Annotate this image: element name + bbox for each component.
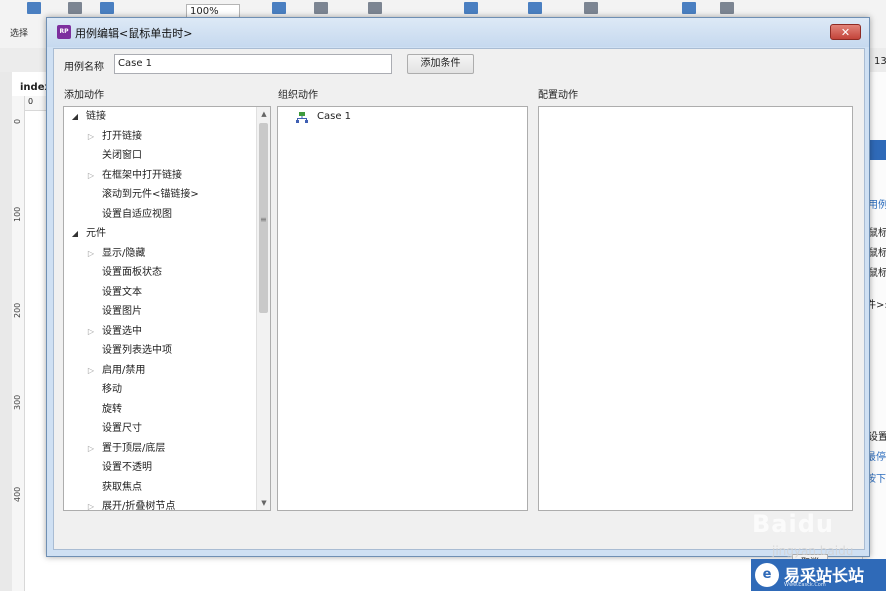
- select-tool-icon[interactable]: [27, 2, 41, 14]
- toolbar-icon[interactable]: [720, 2, 734, 14]
- close-button[interactable]: ✕: [830, 24, 861, 40]
- site-watermark: e 易采站长站 Www.Easck.Com: [751, 559, 886, 591]
- right-panel-fragment[interactable]: 用例: [868, 196, 886, 211]
- tree-item-label: 打开链接: [102, 130, 142, 142]
- toolbar-icon[interactable]: [272, 2, 286, 14]
- ruler-v-mark: 200: [13, 302, 22, 318]
- select-tool-label[interactable]: 选择: [10, 26, 28, 39]
- tree-item-label: 设置面板状态: [102, 267, 162, 278]
- tree-item-label: 展开/折叠树节点: [102, 501, 176, 511]
- vertical-ruler: [12, 96, 25, 591]
- right-panel-fragment: 鼠标: [868, 248, 886, 259]
- right-panel-fragment: 鼠标: [868, 228, 886, 239]
- organize-action-header: 组织动作: [278, 90, 318, 101]
- right-panel-fragment: 设置: [868, 432, 886, 443]
- scroll-up-arrow-icon[interactable]: ▲: [257, 107, 270, 121]
- expanded-arrow-icon[interactable]: ◢: [70, 224, 80, 243]
- tree-item-label: 显示/隐藏: [102, 247, 146, 259]
- add-action-tree[interactable]: ▲ ≡ ▼ ◢ 链接 ▷ 打开链接关闭窗口 ▷ 在框架中打开链接滚动到元件<锚链接> 设置自…: [63, 106, 271, 511]
- collapsed-arrow-icon[interactable]: ▷: [86, 166, 96, 185]
- scroll-grip-icon: ≡: [260, 215, 267, 224]
- toolbar-icon[interactable]: [528, 2, 542, 14]
- zoom-select[interactable]: 100%: [186, 4, 240, 18]
- collapsed-arrow-icon[interactable]: ▷: [86, 361, 96, 380]
- ruler-v-mark: 300: [13, 394, 22, 410]
- add-action-header: 添加动作: [64, 90, 104, 101]
- tree-item-label: 启用/禁用: [102, 364, 146, 376]
- case-name-input[interactable]: Case 1: [114, 54, 392, 74]
- axure-rp-logo-icon: RP: [57, 25, 71, 39]
- site-logo-icon: e: [755, 563, 779, 587]
- organize-actions-panel[interactable]: Case 1: [277, 106, 528, 511]
- tree-item-label: 移动: [102, 384, 122, 395]
- toolbar-icon[interactable]: [100, 2, 114, 14]
- tree-item-label: 在框架中打开链接: [102, 169, 182, 181]
- ruler-v-mark: 100: [13, 206, 22, 222]
- collapsed-arrow-icon[interactable]: ▷: [86, 439, 96, 458]
- tree-item-label: 设置图片: [102, 306, 142, 317]
- tree-item-label: 链接: [86, 111, 106, 122]
- toolbar-icon[interactable]: [68, 2, 82, 14]
- collapsed-arrow-icon[interactable]: ▷: [86, 322, 96, 341]
- tree-item-label: 设置文本: [102, 286, 142, 298]
- tree-item-label: 获取焦点: [102, 481, 142, 493]
- case-name-label: 用例名称: [64, 62, 104, 73]
- toolbar-icon[interactable]: [682, 2, 696, 14]
- dialog-content: 用例名称 Case 1 添加条件 添加动作 组织动作 配置动作 ▲ ≡ ▼ ◢ 链…: [53, 48, 865, 572]
- add-condition-button[interactable]: 添加条件: [407, 54, 474, 74]
- tree-item-label: 设置不透明: [102, 462, 152, 473]
- site-url: Www.Easck.Com: [784, 582, 826, 588]
- expanded-arrow-icon[interactable]: ◢: [70, 107, 80, 126]
- toolbar-icon[interactable]: [464, 2, 478, 14]
- tree-item-label: 关闭窗口: [102, 150, 142, 161]
- toolbar-icon[interactable]: [368, 2, 382, 14]
- collapsed-arrow-icon[interactable]: ▷: [86, 497, 96, 510]
- tree-item-label: 元件: [86, 228, 106, 239]
- configure-action-header: 配置动作: [538, 90, 578, 101]
- tree-item-label: 设置选中: [102, 325, 142, 337]
- tree-item-label: 滚动到元件<锚链接>: [102, 189, 199, 200]
- baidu-watermark-sub: jingyan.baidu: [772, 544, 854, 558]
- tree-item-label: 设置尺寸: [102, 423, 142, 434]
- right-panel-number: 13: [874, 56, 886, 67]
- right-panel-fragment: 鼠标: [868, 268, 886, 279]
- case-icon: [296, 112, 308, 123]
- lock-icon[interactable]: [584, 2, 598, 14]
- collapsed-arrow-icon[interactable]: ▷: [86, 244, 96, 263]
- ruler-v-mark: 400: [13, 486, 22, 502]
- scroll-down-arrow-icon[interactable]: ▼: [257, 496, 270, 510]
- tree-item-label: 旋转: [102, 403, 122, 415]
- toolbar-icon[interactable]: [314, 2, 328, 14]
- case-editor-dialog: RP 用例编辑<鼠标单击时> ✕ 用例名称 Case 1 添加条件 添加动作 组…: [46, 17, 870, 572]
- dialog-title: 用例编辑<鼠标单击时>: [75, 27, 193, 40]
- dialog-titlebar[interactable]: RP 用例编辑<鼠标单击时> ✕: [47, 18, 869, 47]
- baidu-watermark: Baidu: [752, 510, 834, 538]
- tree-item-label: 置于顶层/底层: [102, 442, 166, 454]
- ruler-h-zero: 0: [28, 97, 34, 106]
- configure-actions-panel[interactable]: [538, 106, 853, 511]
- tree-item-label: 设置列表选中项: [102, 345, 172, 356]
- tree-scrollbar[interactable]: ▲ ≡ ▼: [256, 107, 270, 510]
- collapsed-arrow-icon[interactable]: ▷: [86, 127, 96, 146]
- tree-item-label: 设置自适应视图: [102, 208, 172, 220]
- organized-case-item[interactable]: Case 1: [317, 107, 351, 126]
- ruler-v-mark: 0: [13, 118, 22, 124]
